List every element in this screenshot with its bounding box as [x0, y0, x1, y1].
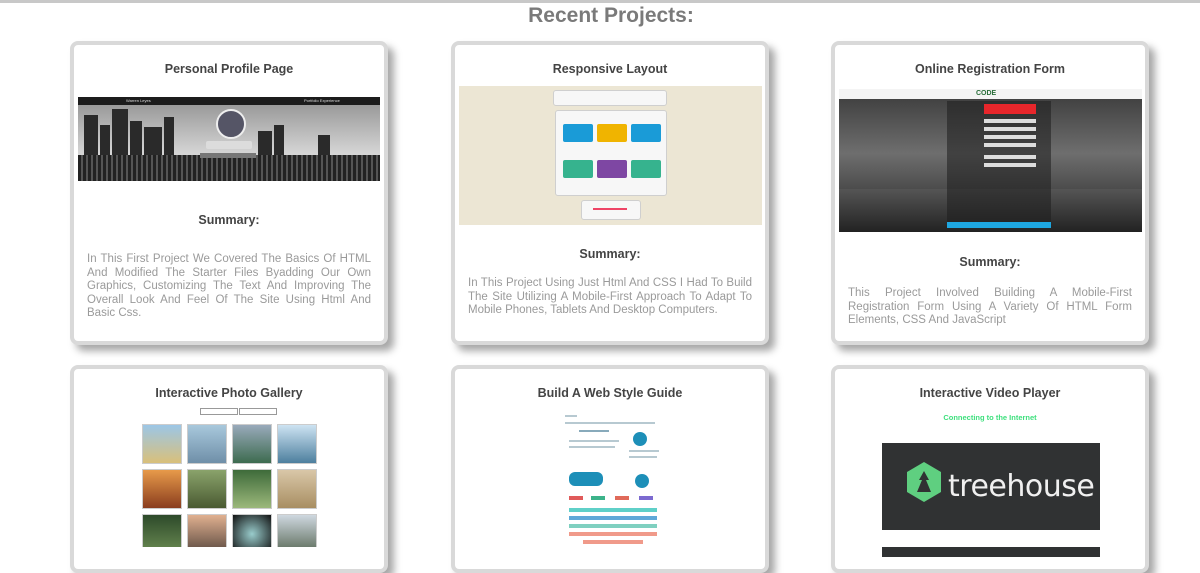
- project-title: Build A Web Style Guide: [537, 386, 683, 400]
- project-title: Interactive Video Player: [919, 386, 1061, 400]
- project-summary: In This First Project We Covered The Bas…: [87, 253, 371, 319]
- avatar: [216, 109, 246, 139]
- connection-status: Connecting to the Internet: [943, 413, 1037, 422]
- project-thumbnail[interactable]: [459, 86, 762, 225]
- project-card-registration-form[interactable]: Online Registration Form CODE Summary: T…: [831, 41, 1149, 345]
- summary-label: Summary:: [579, 247, 641, 261]
- treehouse-logo-icon: [907, 462, 941, 502]
- project-summary: In This Project Using Just Html And CSS …: [468, 277, 752, 316]
- project-card-video-player[interactable]: Interactive Video Player Connecting to t…: [831, 365, 1149, 573]
- top-divider: [0, 0, 1200, 3]
- project-card-photo-gallery[interactable]: Interactive Photo Gallery: [70, 365, 388, 573]
- project-title: Interactive Photo Gallery: [155, 386, 303, 400]
- project-thumbnail[interactable]: CODE: [839, 89, 1142, 232]
- video-player[interactable]: treehouse: [882, 443, 1100, 530]
- summary-label: Summary:: [959, 255, 1021, 269]
- project-thumbnail[interactable]: [136, 407, 322, 547]
- summary-label: Summary:: [198, 213, 260, 227]
- thumbnail-nav-links: Portfolio Experience: [304, 98, 340, 103]
- project-summary: This Project Involved Building A Mobile-…: [848, 287, 1132, 326]
- gallery-search-input[interactable]: [200, 408, 238, 415]
- project-thumbnail[interactable]: Warren Leyes Portfolio Experience: [78, 97, 380, 181]
- project-title: Online Registration Form: [914, 62, 1065, 76]
- project-card-style-guide[interactable]: Build A Web Style Guide: [451, 365, 769, 573]
- treehouse-brand: treehouse: [948, 469, 1095, 504]
- code-logo: CODE: [976, 90, 997, 97]
- page-title: Recent Projects:: [528, 4, 694, 27]
- project-title: Responsive Layout: [552, 62, 668, 76]
- thumbnail-nav-name: Warren Leyes: [126, 98, 151, 103]
- project-thumbnail[interactable]: [565, 410, 660, 550]
- video-controls-bar[interactable]: [882, 547, 1100, 557]
- project-title: Personal Profile Page: [164, 62, 294, 76]
- project-card-profile-page[interactable]: Personal Profile Page Warren Leyes Portf…: [70, 41, 388, 345]
- project-card-responsive-layout[interactable]: Responsive Layout Summary: In This Proje…: [451, 41, 769, 345]
